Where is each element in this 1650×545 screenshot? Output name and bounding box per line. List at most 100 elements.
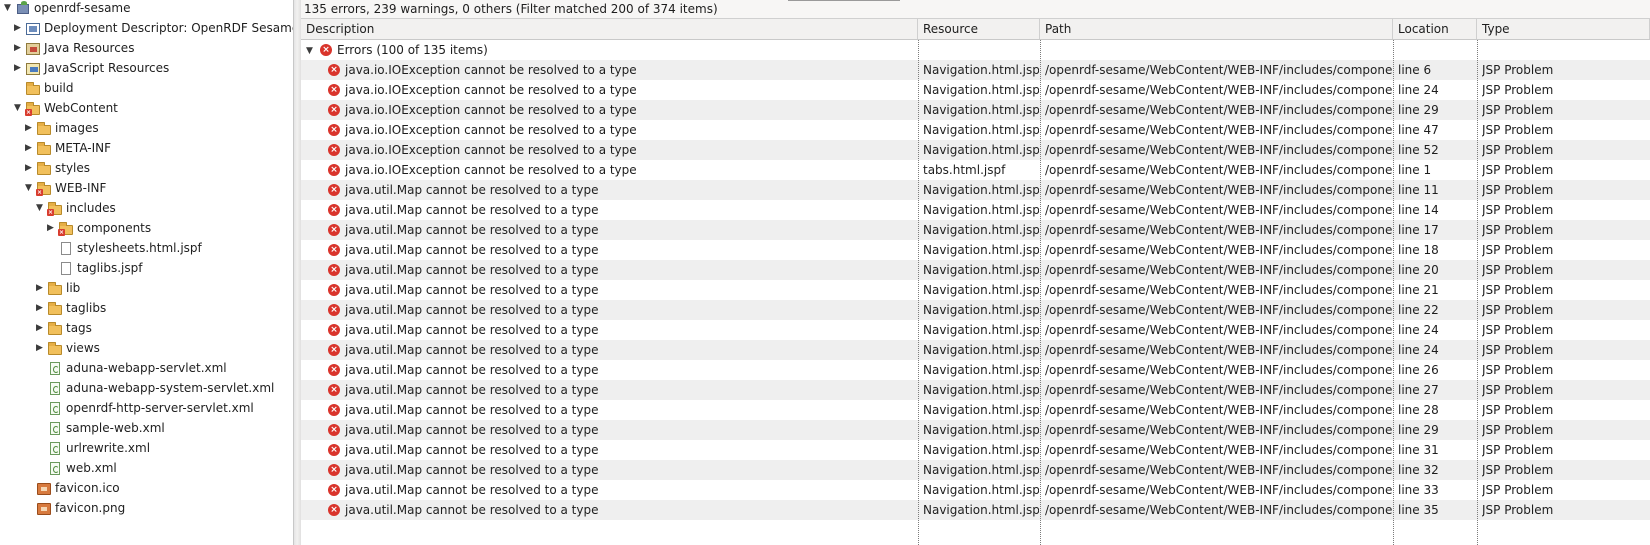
problem-row[interactable]: × java.util.Map cannot be resolved to a t… — [301, 280, 1650, 300]
tree-item[interactable]: favicon.ico — [23, 478, 120, 499]
error-group-row[interactable]: ▼ × Errors (100 of 135 items) — [301, 40, 1650, 60]
tree-item[interactable]: ▼ × WEB-INF — [23, 178, 106, 199]
tree-item[interactable]: aduna-webapp-system-servlet.xml — [34, 378, 274, 399]
problem-resource: Navigation.html.jspf — [923, 343, 1039, 357]
tree-item[interactable]: ▼ × includes — [34, 198, 116, 219]
folder-icon — [25, 81, 41, 96]
problem-row[interactable]: × java.util.Map cannot be resolved to a t… — [301, 320, 1650, 340]
column-path-header[interactable]: Path — [1040, 19, 1393, 39]
tree-item[interactable]: ▼ openrdf-sesame — [2, 0, 131, 19]
column-type-header[interactable]: Type — [1477, 19, 1650, 39]
problem-description-text: java.util.Map cannot be resolved to a ty… — [345, 443, 599, 457]
tree-item[interactable]: web.xml — [34, 458, 117, 479]
problem-description: × java.io.IOException cannot be resolved … — [328, 80, 918, 100]
problem-resource: Navigation.html.jspf — [923, 283, 1039, 297]
problem-row[interactable]: × java.util.Map cannot be resolved to a t… — [301, 200, 1650, 220]
problem-row[interactable]: × java.io.IOException cannot be resolved … — [301, 160, 1650, 180]
problem-row[interactable]: × java.io.IOException cannot be resolved … — [301, 80, 1650, 100]
error-group-label: Errors (100 of 135 items) — [337, 43, 488, 57]
problem-resource: Navigation.html.jspf — [923, 363, 1039, 377]
folder-icon — [36, 161, 52, 176]
problem-row[interactable]: × java.io.IOException cannot be resolved … — [301, 120, 1650, 140]
tree-item[interactable]: build — [12, 78, 74, 99]
expand-down-icon[interactable]: ▼ — [23, 178, 34, 199]
expand-right-icon[interactable]: ▶ — [23, 118, 34, 139]
problem-row[interactable]: × java.util.Map cannot be resolved to a t… — [301, 420, 1650, 440]
tree-item[interactable]: sample-web.xml — [34, 418, 165, 439]
tree-item[interactable]: ▶ taglibs — [34, 298, 106, 319]
tree-item[interactable]: ▶ styles — [23, 158, 90, 179]
problem-type: JSP Problem — [1482, 203, 1554, 217]
xml-file-icon — [47, 421, 63, 436]
problem-row[interactable]: × java.util.Map cannot be resolved to a t… — [301, 440, 1650, 460]
expand-right-icon[interactable]: ▶ — [12, 58, 23, 79]
tree-item[interactable]: ▶ Deployment Descriptor: OpenRDF Sesame — [12, 18, 293, 39]
expand-down-icon[interactable]: ▼ — [34, 198, 45, 219]
problem-location: line 18 — [1398, 243, 1439, 257]
problem-row[interactable]: × java.util.Map cannot be resolved to a t… — [301, 460, 1650, 480]
column-location-header[interactable]: Location — [1393, 19, 1477, 39]
expand-right-icon[interactable]: ▶ — [34, 298, 45, 319]
problem-row[interactable]: × java.util.Map cannot be resolved to a t… — [301, 400, 1650, 420]
problem-row[interactable]: × java.util.Map cannot be resolved to a t… — [301, 300, 1650, 320]
expand-right-icon[interactable]: ▶ — [12, 38, 23, 59]
tree-item[interactable]: ▶ Java Resources — [12, 38, 134, 59]
expand-right-icon[interactable]: ▶ — [23, 158, 34, 179]
problem-description: × java.util.Map cannot be resolved to a t… — [328, 220, 918, 240]
tree-item[interactable]: urlrewrite.xml — [34, 438, 150, 459]
column-description-header[interactable]: Description — [301, 19, 918, 39]
problem-type: JSP Problem — [1482, 263, 1554, 277]
tree-item[interactable]: ▶ lib — [34, 278, 80, 299]
problem-location: line 11 — [1398, 183, 1439, 197]
problem-row[interactable]: × java.util.Map cannot be resolved to a t… — [301, 380, 1650, 400]
expand-right-icon[interactable]: ▶ — [34, 278, 45, 299]
problem-location: line 6 — [1398, 63, 1432, 77]
problem-row[interactable]: × java.util.Map cannot be resolved to a t… — [301, 220, 1650, 240]
tree-item[interactable]: stylesheets.html.jspf — [45, 238, 202, 259]
problem-row[interactable]: × java.util.Map cannot be resolved to a t… — [301, 360, 1650, 380]
column-resource-header[interactable]: Resource — [918, 19, 1040, 39]
tree-item[interactable]: ▶ × components — [45, 218, 151, 239]
problem-description-text: java.util.Map cannot be resolved to a ty… — [345, 463, 599, 477]
error-icon: × — [328, 183, 340, 196]
error-icon: × — [328, 203, 340, 216]
problem-row[interactable]: × java.util.Map cannot be resolved to a t… — [301, 240, 1650, 260]
tree-item[interactable]: ▼ × WebContent — [12, 98, 118, 119]
problem-row[interactable]: × java.util.Map cannot be resolved to a t… — [301, 480, 1650, 500]
problem-row[interactable]: × java.util.Map cannot be resolved to a t… — [301, 180, 1650, 200]
expand-right-icon[interactable]: ▶ — [34, 338, 45, 359]
problem-row[interactable]: × java.util.Map cannot be resolved to a t… — [301, 500, 1650, 520]
expand-down-icon[interactable]: ▼ — [304, 41, 315, 61]
tree-item[interactable]: ▶ images — [23, 118, 99, 139]
problem-resource: Navigation.html.jspf — [923, 103, 1039, 117]
problem-description-text: java.io.IOException cannot be resolved t… — [345, 123, 637, 137]
folder-error-icon: × — [47, 201, 63, 216]
expand-right-icon[interactable]: ▶ — [45, 218, 56, 239]
tree-item[interactable]: taglibs.jspf — [45, 258, 142, 279]
problem-row[interactable]: × java.io.IOException cannot be resolved … — [301, 100, 1650, 120]
tree-item[interactable]: openrdf-http-server-servlet.xml — [34, 398, 254, 419]
expand-right-icon[interactable]: ▶ — [23, 138, 34, 159]
expand-right-icon[interactable]: ▶ — [34, 318, 45, 339]
problem-location: line 24 — [1398, 323, 1439, 337]
problem-type: JSP Problem — [1482, 163, 1554, 177]
error-icon: × — [328, 223, 340, 236]
tree-item[interactable]: aduna-webapp-servlet.xml — [34, 358, 227, 379]
tree-item[interactable]: ▶ views — [34, 338, 100, 359]
error-icon: × — [328, 343, 340, 356]
tree-item[interactable]: favicon.png — [23, 498, 125, 519]
tree-item[interactable]: ▶ tags — [34, 318, 92, 339]
expand-down-icon[interactable]: ▼ — [2, 0, 13, 19]
problem-row[interactable]: × java.io.IOException cannot be resolved … — [301, 140, 1650, 160]
problem-row[interactable]: × java.util.Map cannot be resolved to a t… — [301, 340, 1650, 360]
tree-item[interactable]: ▶ JavaScript Resources — [12, 58, 169, 79]
problem-row[interactable]: × java.io.IOException cannot be resolved … — [301, 60, 1650, 80]
expand-down-icon[interactable]: ▼ — [12, 98, 23, 119]
problem-description: × java.util.Map cannot be resolved to a t… — [328, 420, 918, 440]
problem-path: /openrdf-sesame/WebContent/WEB-INF/inclu… — [1045, 383, 1392, 397]
problem-path: /openrdf-sesame/WebContent/WEB-INF/inclu… — [1045, 343, 1392, 357]
problem-row[interactable]: × java.util.Map cannot be resolved to a t… — [301, 260, 1650, 280]
problem-location: line 31 — [1398, 443, 1439, 457]
tree-item[interactable]: ▶ META-INF — [23, 138, 111, 159]
expand-right-icon[interactable]: ▶ — [12, 18, 23, 39]
